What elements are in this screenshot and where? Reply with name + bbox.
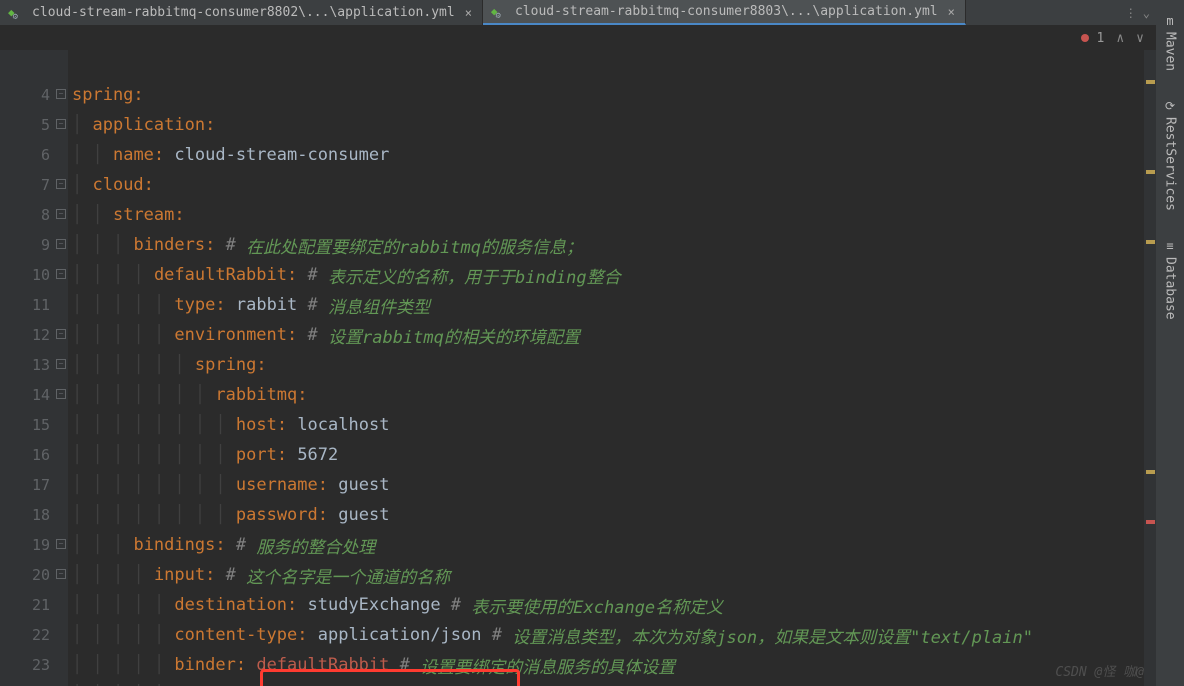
- gutter: 4−5−67−8−9−10−1112−13−14−1516171819−20−2…: [0, 50, 68, 686]
- fold-icon[interactable]: −: [56, 269, 66, 279]
- code-line: │ │ stream:: [72, 200, 1156, 230]
- line-number: 9−: [0, 230, 68, 260]
- line-number: 13−: [0, 350, 68, 380]
- code-line: │ │ │ │ input: # 这个名字是一个通道的名称: [72, 560, 1156, 590]
- code-line: │ application:: [72, 110, 1156, 140]
- code-line: │ │ │ │ │ │ │ │ host: localhost: [72, 410, 1156, 440]
- code-line: │ │ │ │ │ │ │ │ username: guest: [72, 470, 1156, 500]
- fold-icon[interactable]: −: [56, 569, 66, 579]
- line-number: 14−: [0, 380, 68, 410]
- database-icon: ≡: [1166, 239, 1173, 253]
- line-number: 18: [0, 500, 68, 530]
- tabs-dropdown-icon[interactable]: ⌄: [1143, 6, 1150, 20]
- right-tool-panel: m Maven ⟳ RestServices ≡ Database: [1156, 0, 1184, 686]
- code-line: [72, 50, 1156, 80]
- line-number: 17: [0, 470, 68, 500]
- code-line: │ │ │ binders: # 在此处配置要绑定的rabbitmq的服务信息；: [72, 230, 1156, 260]
- code-line: │ │ │ │ defaultRabbit: # 表示定义的名称，用于于bind…: [72, 260, 1156, 290]
- tool-tab-label: RestServices: [1163, 117, 1178, 211]
- code-line: │ │ │ bindings: # 服务的整合处理: [72, 530, 1156, 560]
- close-icon[interactable]: ×: [465, 6, 472, 20]
- code-area: 4−5−67−8−9−10−1112−13−14−1516171819−20−2…: [0, 50, 1156, 686]
- line-number: 5−: [0, 110, 68, 140]
- fold-icon[interactable]: −: [56, 119, 66, 129]
- marker-strip: [1144, 50, 1156, 686]
- fold-icon[interactable]: −: [56, 359, 66, 369]
- tool-tab-label: Database: [1163, 257, 1178, 320]
- line-number: 24: [0, 680, 68, 686]
- tool-window-tab-maven[interactable]: m Maven: [1161, 8, 1180, 77]
- restservices-icon: ⟳: [1165, 99, 1175, 113]
- tool-window-tab-database[interactable]: ≡ Database: [1161, 233, 1180, 326]
- code-line: │ │ │ │ │ destination: studyExchange # 表…: [72, 590, 1156, 620]
- line-number: 4−: [0, 80, 68, 110]
- code-line: │ │ │ │ │ content-type: application/json…: [72, 620, 1156, 650]
- config-badge-icon: ⚙: [13, 12, 18, 22]
- line-number: 7−: [0, 170, 68, 200]
- fold-icon[interactable]: −: [56, 239, 66, 249]
- config-badge-icon: ⚙: [496, 11, 501, 21]
- tool-tab-label: Maven: [1163, 32, 1178, 71]
- tool-window-tab-restservices[interactable]: ⟳ RestServices: [1161, 93, 1180, 217]
- tab-label: cloud-stream-rabbitmq-consumer8802\...\a…: [32, 5, 455, 20]
- fold-icon[interactable]: −: [56, 329, 66, 339]
- fold-icon[interactable]: −: [56, 389, 66, 399]
- close-icon[interactable]: ×: [948, 5, 955, 19]
- tab-label: cloud-stream-rabbitmq-consumer8803\...\a…: [515, 4, 938, 19]
- line-number: 20−: [0, 560, 68, 590]
- error-count: 1: [1097, 31, 1105, 46]
- next-error-icon[interactable]: ∨: [1136, 31, 1144, 46]
- editor-area: ◆⚙cloud-stream-rabbitmq-consumer8802\...…: [0, 0, 1156, 686]
- line-number: [0, 50, 68, 80]
- code-line: │ │ │ │ │ │ │ rabbitmq:: [72, 380, 1156, 410]
- code-line: │ │ │ │ │ │ │ │ port: 5672: [72, 440, 1156, 470]
- code-line: │ │ name: cloud-stream-consumer: [72, 140, 1156, 170]
- code-line: │ │ │ │ │ type: rabbit # 消息组件类型: [72, 290, 1156, 320]
- fold-icon[interactable]: −: [56, 89, 66, 99]
- line-number: 11: [0, 290, 68, 320]
- editor-tab[interactable]: ◆⚙cloud-stream-rabbitmq-consumer8803\...…: [483, 0, 966, 25]
- line-number: 12−: [0, 320, 68, 350]
- line-number: 21: [0, 590, 68, 620]
- watermark: CSDN @怪 咖@: [1055, 661, 1144, 680]
- line-number: 15: [0, 410, 68, 440]
- line-number: 10−: [0, 260, 68, 290]
- code-line: spring:: [72, 80, 1156, 110]
- line-number: 22: [0, 620, 68, 650]
- fold-icon[interactable]: −: [56, 179, 66, 189]
- code-line: │ │ │ │ │ environment: # 设置rabbitmq的相关的环…: [72, 320, 1156, 350]
- error-bar: 1 ∧ ∨: [0, 26, 1156, 50]
- code-line: │ │ │ │ │ │ spring:: [72, 350, 1156, 380]
- line-number: 16: [0, 440, 68, 470]
- code-line: │ cloud:: [72, 170, 1156, 200]
- maven-icon: m: [1166, 14, 1173, 28]
- code-content[interactable]: spring:│ application:│ │ name: cloud-str…: [68, 50, 1156, 686]
- fold-icon[interactable]: −: [56, 539, 66, 549]
- editor-tab[interactable]: ◆⚙cloud-stream-rabbitmq-consumer8802\...…: [0, 0, 483, 25]
- line-number: 23: [0, 650, 68, 680]
- editor-tabs: ◆⚙cloud-stream-rabbitmq-consumer8802\...…: [0, 0, 1156, 26]
- more-tabs-icon[interactable]: ⋮: [1125, 6, 1137, 20]
- line-number: 8−: [0, 200, 68, 230]
- line-number: 19−: [0, 530, 68, 560]
- line-number: 6: [0, 140, 68, 170]
- code-line: │ │ │ │ │ │ │ │ password: guest: [72, 500, 1156, 530]
- prev-error-icon[interactable]: ∧: [1116, 31, 1124, 46]
- code-line: │ │ │ │ │ group: gxs #消费者分组名称: [72, 680, 1156, 686]
- code-line: │ │ │ │ │ binder: defaultRabbit # 设置要绑定的…: [72, 650, 1156, 680]
- fold-icon[interactable]: −: [56, 209, 66, 219]
- error-indicator[interactable]: 1: [1081, 31, 1105, 46]
